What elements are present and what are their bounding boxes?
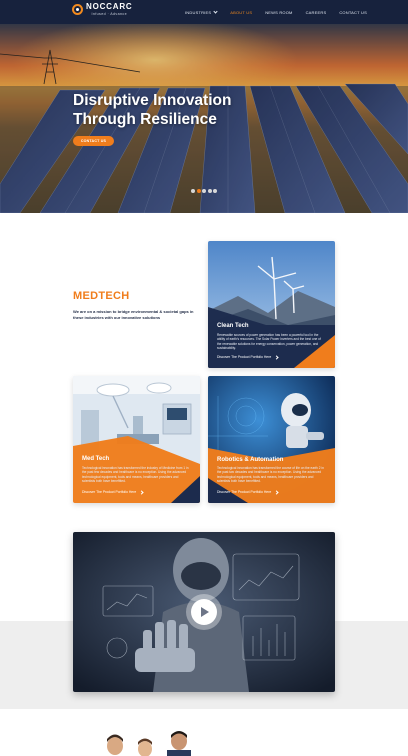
chevron-right-icon bbox=[274, 354, 279, 360]
section-title: MEDTECH bbox=[73, 290, 130, 302]
carousel-dot-active[interactable] bbox=[196, 189, 201, 193]
chevron-right-icon bbox=[274, 489, 279, 495]
carousel-dot[interactable] bbox=[202, 189, 206, 193]
card-link-label: Discover The Product Portfolio Here bbox=[217, 355, 272, 359]
chevron-right-icon bbox=[139, 489, 144, 495]
card-overlay bbox=[73, 436, 200, 503]
brand-name: NOCCARC bbox=[86, 2, 133, 11]
main-menu: INDUSTRIES ABOUT US NEWS ROOM CAREERS CO… bbox=[185, 0, 380, 24]
card-overlay bbox=[208, 448, 335, 503]
menu-item-contact-us[interactable]: CONTACT US bbox=[339, 10, 367, 15]
card-title: Clean Tech bbox=[217, 323, 249, 329]
menu-item-label: NEWS ROOM bbox=[265, 9, 293, 15]
card-description: Technological innovation has transformed… bbox=[217, 466, 324, 483]
top-navigation-bar: NOCCARC Infused · Advance INDUSTRIES ABO… bbox=[0, 0, 408, 24]
menu-item-industries[interactable]: INDUSTRIES bbox=[185, 9, 218, 15]
menu-item-careers[interactable]: CAREERS bbox=[306, 10, 327, 15]
menu-item-label: ABOUT US bbox=[230, 9, 253, 15]
carousel-dot[interactable] bbox=[191, 189, 195, 193]
menu-item-label: INDUSTRIES bbox=[185, 9, 212, 15]
carousel-dot[interactable] bbox=[207, 189, 212, 193]
industry-card-med-tech[interactable]: Med Tech Technological innovation has tr… bbox=[73, 376, 200, 503]
menu-item-about-us[interactable]: ABOUT US bbox=[230, 10, 252, 15]
carousel-pagination bbox=[191, 189, 219, 193]
brand-tagline: Infused · Advance bbox=[91, 11, 128, 16]
carousel-dot[interactable] bbox=[213, 189, 217, 193]
logo-mark-icon bbox=[72, 4, 83, 16]
card-title: Robotics & Automation bbox=[217, 457, 284, 463]
hero-title-line-1: Disruptive Innovation bbox=[73, 92, 232, 109]
card-title: Med Tech bbox=[82, 456, 110, 462]
card-link[interactable]: Discover The Product Portfolio Here bbox=[82, 489, 144, 495]
menu-item-label: CONTACT US bbox=[339, 9, 367, 15]
card-link[interactable]: Discover The Product Portfolio Here bbox=[217, 489, 279, 495]
card-description: Renewable sources of power generation ha… bbox=[217, 333, 321, 350]
video-player[interactable] bbox=[73, 532, 335, 692]
team-photo-image bbox=[107, 731, 191, 756]
menu-item-label: CAREERS bbox=[305, 9, 327, 15]
intro-block: MEDTECH We are on a mission to bridge en… bbox=[73, 290, 203, 320]
chevron-down-icon bbox=[213, 9, 218, 14]
card-description: Technological innovation has transformed… bbox=[82, 466, 189, 483]
industry-card-robotics-automation[interactable]: Robotics & Automation Technological inno… bbox=[208, 376, 335, 503]
section-description: We are on a mission to bridge environmen… bbox=[73, 309, 194, 320]
play-button[interactable] bbox=[186, 594, 222, 630]
play-button-inner bbox=[191, 599, 217, 625]
menu-item-news-room[interactable]: NEWS ROOM bbox=[265, 10, 292, 15]
card-link-label: Discover The Product Portfolio Here bbox=[82, 490, 137, 494]
industry-card-clean-tech[interactable]: Clean Tech Renewable sources of power ge… bbox=[208, 241, 335, 368]
hero-title: Disruptive Innovation Through Resilience bbox=[73, 91, 231, 129]
hero-title-line-2: Through Resilience bbox=[73, 111, 217, 128]
contact-us-button[interactable]: CONTACT US bbox=[73, 136, 114, 146]
logo-text: NOCCARC Infused · Advance bbox=[86, 3, 133, 16]
card-link-label: Discover The Product Portfolio Here bbox=[217, 490, 272, 494]
card-link[interactable]: Discover The Product Portfolio Here bbox=[217, 354, 279, 360]
hero-banner: Disruptive Innovation Through Resilience… bbox=[0, 24, 408, 213]
brand-logo[interactable]: NOCCARC Infused · Advance bbox=[72, 3, 133, 16]
play-icon bbox=[201, 607, 209, 617]
